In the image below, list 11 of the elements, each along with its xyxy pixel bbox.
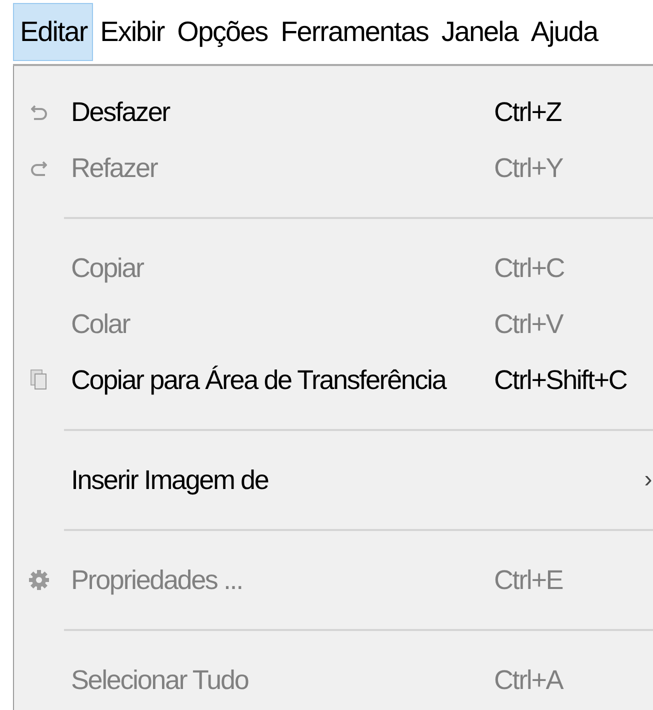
menu-bar-item[interactable]: Opções <box>170 3 274 61</box>
menu-bar-item[interactable]: Exibir <box>93 3 170 61</box>
menu-item[interactable]: Desfazer Ctrl+Z <box>64 84 653 140</box>
menu-bar-item[interactable]: Janela <box>434 3 524 61</box>
menu-bar-item[interactable]: Ajuda <box>524 3 604 61</box>
menu-item[interactable]: Inserir Imagem de › <box>64 452 653 508</box>
menu-bar-item[interactable]: Ferramentas <box>274 3 434 61</box>
menu-item[interactable]: Copiar para Área de Transferência Ctrl+Shift+C <box>64 352 653 408</box>
menu-bar-item[interactable]: Editar <box>13 3 94 61</box>
copy-icon <box>30 369 48 391</box>
gear-icon <box>28 569 50 591</box>
